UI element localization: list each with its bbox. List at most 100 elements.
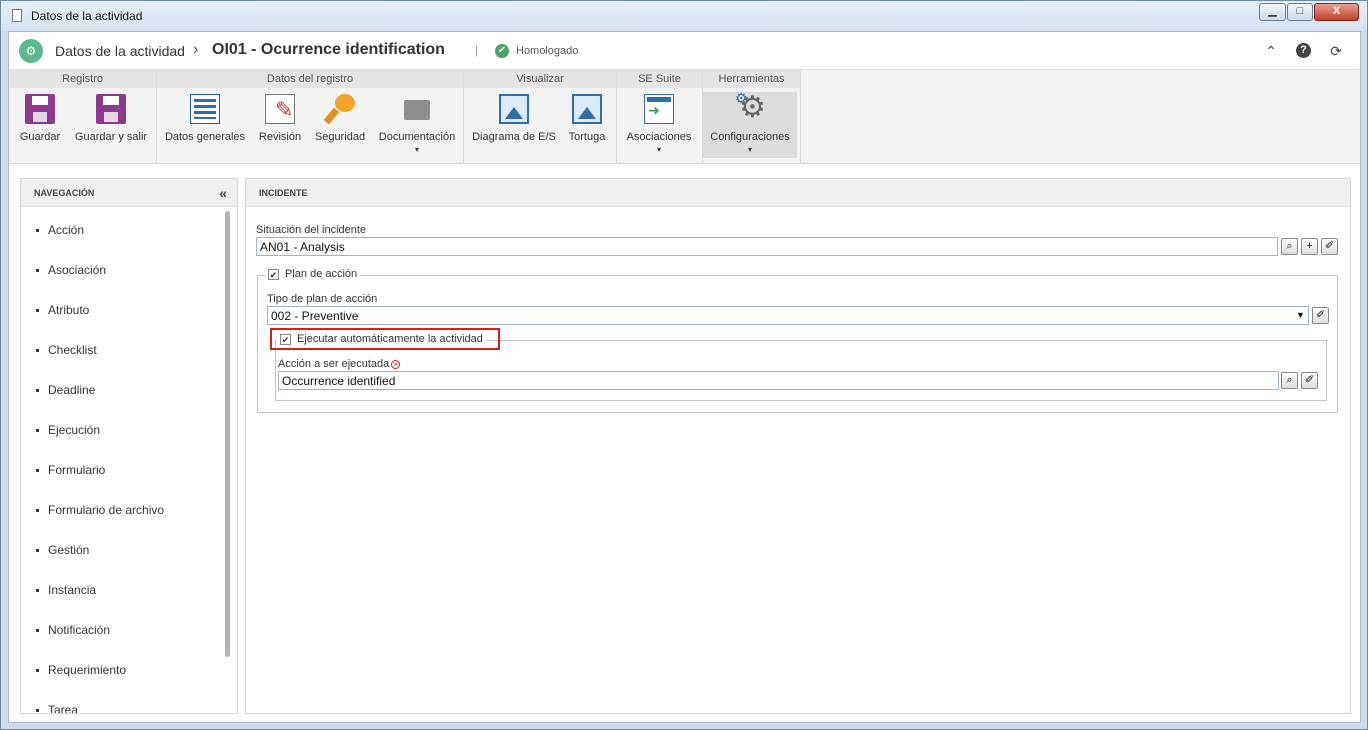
ribbon-group-label: Registro [9, 70, 156, 88]
nav-item-deadline[interactable]: Deadline [36, 383, 95, 397]
nav-item-asociacion[interactable]: Asociación [36, 263, 106, 277]
nav-item-ejecucion[interactable]: Ejecución [36, 423, 100, 437]
folder-icon [402, 94, 432, 124]
situation-input[interactable]: AN01 - Analysis [256, 237, 1278, 256]
save-icon [25, 94, 55, 124]
revision-label: Revisión [258, 131, 302, 143]
navigation-header: NAVEGACIÓN « [21, 179, 237, 207]
activity-icon: ⚙ [19, 39, 43, 63]
action-search-button[interactable]: ⌕ [1281, 372, 1298, 389]
general-data-label: Datos generales [164, 131, 246, 143]
ribbon-group-datos-registro: Datos del registro Datos generales Revis… [157, 70, 464, 164]
plan-type-clear-button[interactable]: ✐ [1312, 307, 1329, 324]
dropdown-arrow-icon: ▾ [414, 145, 419, 154]
dropdown-arrow-icon: ▾ [747, 145, 752, 154]
ribbon-toolbar: Registro Guardar Guardar y salir Datos d… [9, 70, 1360, 164]
form-icon [190, 94, 220, 124]
plan-legend: Plan de acción [285, 268, 358, 280]
situation-add-button[interactable]: + [1301, 238, 1318, 255]
save-exit-label: Guardar y salir [74, 131, 148, 143]
action-input[interactable]: Occurrence identified [278, 371, 1279, 390]
image-icon [572, 94, 602, 124]
documentation-label: Documentación [378, 131, 456, 143]
plan-type-select[interactable]: 002 - Preventive [267, 306, 1309, 325]
navigation-scrollbar[interactable] [225, 211, 230, 657]
io-diagram-label: Diagrama de E/S [472, 131, 556, 143]
nav-item-formulario[interactable]: Formulario [36, 463, 105, 477]
ribbon-group-se-suite: SE Suite Asociaciones ▾ [617, 70, 703, 164]
gear-icon [735, 90, 766, 125]
status-check-icon: ✔ [495, 44, 509, 58]
collapse-panel-icon[interactable]: « [219, 185, 227, 201]
revision-button[interactable]: Revisión [255, 92, 305, 158]
select-arrow-icon[interactable]: ▼ [1296, 310, 1305, 320]
incident-header: INCIDENTE [246, 179, 1350, 207]
turtle-button[interactable]: Tortuga [564, 92, 610, 158]
save-and-exit-button[interactable]: Guardar y salir [69, 92, 153, 158]
key-icon [325, 94, 355, 124]
settings-label: Configuraciones [710, 131, 790, 143]
revision-icon [265, 94, 295, 124]
highlight-box [270, 328, 500, 350]
situation-label: Situación del incidente [256, 224, 367, 236]
page-title: OI01 - Ocurrence identification [212, 41, 445, 58]
nav-item-atributo[interactable]: Atributo [36, 303, 89, 317]
collapse-header-icon[interactable]: ⌃ [1262, 42, 1280, 60]
ribbon-group-visualizar: Visualizar Diagrama de E/S Tortuga [464, 70, 617, 164]
status-badge: Homologado [516, 45, 579, 57]
situation-search-button[interactable]: ⌕ [1281, 238, 1298, 255]
associations-button[interactable]: Asociaciones ▾ [623, 92, 695, 158]
security-label: Seguridad [314, 131, 366, 143]
incident-title: INCIDENTE [259, 188, 308, 198]
ribbon-group-registro: Registro Guardar Guardar y salir [9, 70, 157, 164]
action-label: Acción a ser ejecutada × [278, 358, 401, 370]
turtle-label: Tortuga [568, 131, 606, 143]
breadcrumb-parent[interactable]: Datos de la actividad [55, 43, 185, 59]
nav-item-gestion[interactable]: Gestión [36, 543, 89, 557]
minimize-button[interactable]: ▁ [1259, 3, 1286, 21]
ribbon-group-herramientas: Herramientas Configuraciones ▾ [703, 70, 801, 164]
dropdown-arrow-icon: ▾ [656, 145, 661, 154]
close-button[interactable]: X [1314, 3, 1359, 21]
navigation-title: NAVEGACIÓN [34, 188, 95, 198]
security-button[interactable]: Seguridad [312, 92, 368, 158]
incident-panel: INCIDENTE Situación del incidente AN01 -… [245, 178, 1351, 714]
nav-item-formulario-archivo[interactable]: Formulario de archivo [36, 503, 164, 517]
associations-label: Asociaciones [626, 131, 692, 143]
header-bar: ⚙ Datos de la actividad › OI01 - Ocurren… [9, 32, 1360, 70]
save-label: Guardar [19, 131, 61, 143]
situation-clear-button[interactable]: ✐ [1321, 238, 1338, 255]
general-data-button[interactable]: Datos generales [163, 92, 247, 158]
header-divider: | [475, 45, 478, 57]
nav-item-accion[interactable]: Acción [36, 223, 84, 237]
help-icon[interactable]: ? [1296, 43, 1311, 58]
navigation-panel: NAVEGACIÓN « Acción Asociación Atributo … [20, 178, 238, 714]
save-button[interactable]: Guardar [13, 92, 67, 158]
ribbon-group-label: SE Suite [617, 70, 702, 88]
plan-type-label: Tipo de plan de acción [267, 293, 378, 305]
title-bar: Datos de la actividad ▁ □ X [1, 1, 1367, 31]
nav-item-tarea[interactable]: Tarea [36, 703, 78, 713]
nav-item-instancia[interactable]: Instancia [36, 583, 96, 597]
documentation-button[interactable]: Documentación ▾ [375, 92, 459, 158]
settings-button[interactable]: Configuraciones ▾ [703, 90, 797, 158]
save-exit-icon [96, 94, 126, 124]
app-window: Datos de la actividad ▁ □ X ⚙ Datos de l… [0, 0, 1368, 730]
nav-item-notificacion[interactable]: Notificación [36, 623, 110, 637]
breadcrumb-separator: › [193, 41, 199, 58]
action-clear-button[interactable]: ✐ [1301, 372, 1318, 389]
plan-checkbox[interactable]: ✔ Plan de acción [265, 268, 361, 280]
check-icon: ✔ [268, 269, 279, 280]
maximize-button[interactable]: □ [1287, 3, 1313, 21]
nav-item-requerimiento[interactable]: Requerimiento [36, 663, 126, 677]
ribbon-group-label: Herramientas [703, 70, 800, 88]
document-icon [12, 9, 22, 22]
io-diagram-button[interactable]: Diagrama de E/S [470, 92, 558, 158]
ribbon-group-label: Datos del registro [157, 70, 463, 88]
ribbon-group-label: Visualizar [464, 70, 616, 88]
nav-item-checklist[interactable]: Checklist [36, 343, 97, 357]
associations-icon [644, 94, 674, 124]
refresh-icon[interactable]: ⟳ [1327, 42, 1345, 60]
window-title: Datos de la actividad [31, 9, 143, 23]
client-area: ⚙ Datos de la actividad › OI01 - Ocurren… [8, 31, 1361, 723]
